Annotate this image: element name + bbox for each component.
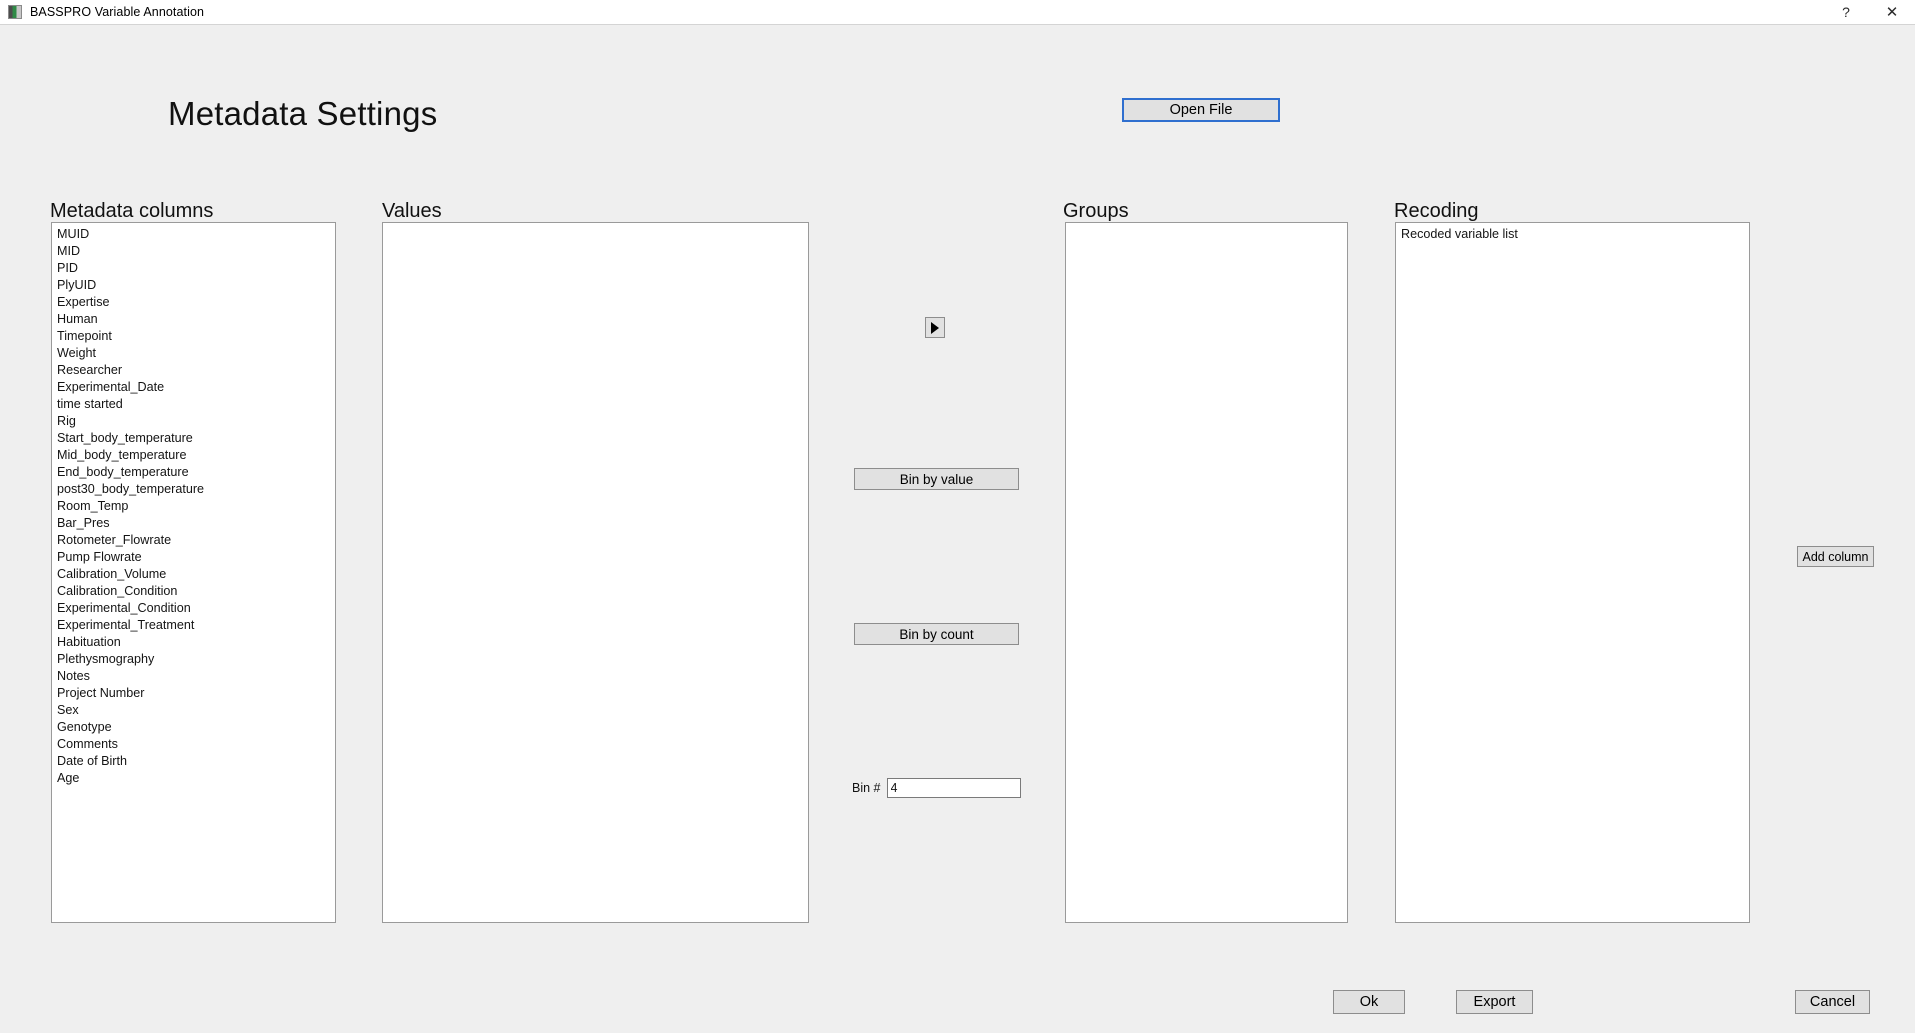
recoding-listbox[interactable]: Recoded variable list bbox=[1395, 222, 1750, 923]
bin-by-count-button[interactable]: Bin by count bbox=[854, 623, 1019, 645]
cancel-button[interactable]: Cancel bbox=[1795, 990, 1870, 1014]
list-item[interactable]: Date of Birth bbox=[52, 753, 335, 770]
values-list bbox=[383, 223, 808, 226]
list-item[interactable]: Rotometer_Flowrate bbox=[52, 532, 335, 549]
list-item[interactable]: Calibration_Condition bbox=[52, 583, 335, 600]
close-icon[interactable]: ✕ bbox=[1869, 0, 1915, 25]
export-button[interactable]: Export bbox=[1456, 990, 1533, 1014]
arrow-right-icon bbox=[931, 321, 939, 334]
list-item[interactable]: MUID bbox=[52, 226, 335, 243]
move-right-arrow-button[interactable] bbox=[925, 317, 945, 338]
window-title: BASSPRO Variable Annotation bbox=[30, 5, 205, 19]
list-item[interactable]: Genotype bbox=[52, 719, 335, 736]
metadata-columns-list: MUID MID PID PlyUID Expertise Human Timepoint W… bbox=[52, 223, 335, 787]
values-listbox[interactable] bbox=[382, 222, 809, 923]
ok-button[interactable]: Ok bbox=[1333, 990, 1405, 1014]
list-item[interactable]: Pump Flowrate bbox=[52, 549, 335, 566]
list-item[interactable]: Bar_Pres bbox=[52, 515, 335, 532]
groups-listbox[interactable] bbox=[1065, 222, 1348, 923]
add-column-button[interactable]: Add column bbox=[1797, 546, 1874, 567]
bin-number-row: Bin # bbox=[852, 778, 1021, 798]
list-item[interactable]: post30_body_temperature bbox=[52, 481, 335, 498]
list-item[interactable]: time started bbox=[52, 396, 335, 413]
list-item[interactable]: Start_body_temperature bbox=[52, 430, 335, 447]
help-icon[interactable]: ? bbox=[1823, 0, 1869, 25]
page-title: Metadata Settings bbox=[168, 95, 438, 132]
list-item[interactable]: Room_Temp bbox=[52, 498, 335, 515]
list-item[interactable]: Project Number bbox=[52, 685, 335, 702]
list-item[interactable]: Experimental_Condition bbox=[52, 600, 335, 617]
recoding-list: Recoded variable list bbox=[1396, 223, 1749, 243]
list-item[interactable]: Rig bbox=[52, 413, 335, 430]
list-item[interactable]: Human bbox=[52, 311, 335, 328]
list-item[interactable]: Timepoint bbox=[52, 328, 335, 345]
bin-number-input[interactable] bbox=[886, 778, 1021, 798]
list-item[interactable]: Recoded variable list bbox=[1396, 226, 1749, 243]
list-item[interactable]: MID bbox=[52, 243, 335, 260]
values-label: Values bbox=[382, 200, 442, 222]
list-item[interactable]: Age bbox=[52, 770, 335, 787]
list-item[interactable]: Comments bbox=[52, 736, 335, 753]
list-item[interactable]: End_body_temperature bbox=[52, 464, 335, 481]
groups-label: Groups bbox=[1063, 200, 1129, 222]
list-item[interactable]: PlyUID bbox=[52, 277, 335, 294]
list-item[interactable]: Experimental_Treatment bbox=[52, 617, 335, 634]
bin-by-value-button[interactable]: Bin by value bbox=[854, 468, 1019, 490]
list-item[interactable]: PID bbox=[52, 260, 335, 277]
list-item[interactable]: Plethysmography bbox=[52, 651, 335, 668]
bin-number-label: Bin # bbox=[852, 781, 881, 795]
window-titlebar: BASSPRO Variable Annotation ? ✕ bbox=[0, 0, 1915, 25]
titlebar-button-group: ? ✕ bbox=[1823, 0, 1915, 25]
recoding-label: Recoding bbox=[1394, 200, 1479, 222]
groups-list bbox=[1066, 223, 1347, 226]
list-item[interactable]: Researcher bbox=[52, 362, 335, 379]
list-item[interactable]: Expertise bbox=[52, 294, 335, 311]
list-item[interactable]: Mid_body_temperature bbox=[52, 447, 335, 464]
metadata-columns-label: Metadata columns bbox=[50, 200, 214, 222]
metadata-columns-listbox[interactable]: MUID MID PID PlyUID Expertise Human Timepoint W… bbox=[51, 222, 336, 923]
list-item[interactable]: Habituation bbox=[52, 634, 335, 651]
list-item[interactable]: Sex bbox=[52, 702, 335, 719]
list-item[interactable]: Calibration_Volume bbox=[52, 566, 335, 583]
list-item[interactable]: Notes bbox=[52, 668, 335, 685]
app-logo-icon bbox=[8, 5, 22, 19]
open-file-button[interactable]: Open File bbox=[1122, 98, 1280, 122]
list-item[interactable]: Weight bbox=[52, 345, 335, 362]
list-item[interactable]: Experimental_Date bbox=[52, 379, 335, 396]
